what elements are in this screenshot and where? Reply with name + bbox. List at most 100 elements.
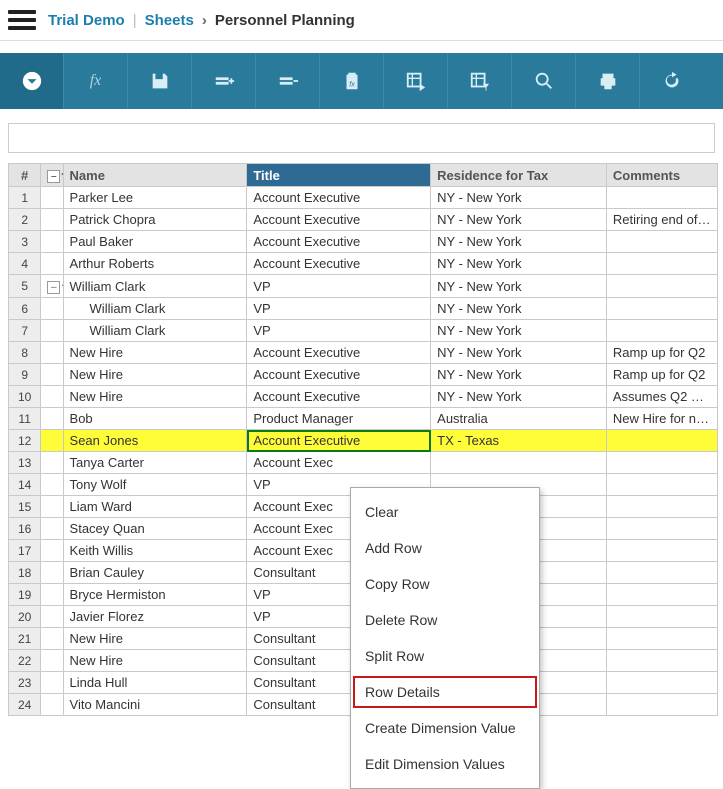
tree-cell[interactable] (41, 628, 63, 650)
row-number[interactable]: 22 (9, 650, 41, 672)
cell-title[interactable]: Account Executive (247, 253, 431, 275)
menu-icon[interactable] (8, 10, 36, 30)
tree-cell[interactable] (41, 253, 63, 275)
cell-residence[interactable]: NY - New York (431, 386, 607, 408)
cell-comments[interactable] (606, 430, 717, 452)
fx-button[interactable]: fx (64, 53, 128, 109)
cell-name[interactable]: William Clark (63, 320, 247, 342)
cell-title[interactable]: VP (247, 320, 431, 342)
table-row[interactable]: 7 William ClarkVPNY - New York (9, 320, 718, 342)
cell-comments[interactable] (606, 496, 717, 518)
cell-name[interactable]: New Hire (63, 364, 247, 386)
collapse-all-icon[interactable]: – (47, 170, 60, 183)
cell-name[interactable]: Patrick Chopra (63, 209, 247, 231)
cell-comments[interactable] (606, 562, 717, 584)
row-number[interactable]: 6 (9, 298, 41, 320)
cell-residence[interactable]: NY - New York (431, 298, 607, 320)
cell-comments[interactable] (606, 253, 717, 275)
cell-comments[interactable] (606, 650, 717, 672)
table-row[interactable]: 4Arthur RobertsAccount ExecutiveNY - New… (9, 253, 718, 275)
cell-comments[interactable] (606, 320, 717, 342)
cell-comments[interactable] (606, 187, 717, 209)
cell-comments[interactable] (606, 231, 717, 253)
context-menu-item[interactable]: Edit Dimension Values (351, 746, 539, 782)
row-number[interactable]: 24 (9, 694, 41, 716)
cell-name[interactable]: Sean Jones (63, 430, 247, 452)
row-collapse-icon[interactable]: – (47, 281, 60, 294)
table-row[interactable]: 11 BobProduct ManagerAustraliaNew Hire fo… (9, 408, 718, 430)
cell-residence[interactable]: NY - New York (431, 342, 607, 364)
tree-cell[interactable] (41, 298, 63, 320)
row-number[interactable]: 17 (9, 540, 41, 562)
tree-cell[interactable] (41, 694, 63, 716)
cell-comments[interactable] (606, 694, 717, 716)
cell-name[interactable]: Javier Florez (63, 606, 247, 628)
remove-row-button[interactable] (256, 53, 320, 109)
formula-bar[interactable] (8, 123, 715, 153)
header-num[interactable]: # (9, 164, 41, 187)
context-menu-item[interactable]: Split Row (351, 638, 539, 674)
tree-cell[interactable] (41, 408, 63, 430)
cell-name[interactable]: Linda Hull (63, 672, 247, 694)
row-number[interactable]: 19 (9, 584, 41, 606)
tree-cell[interactable] (41, 584, 63, 606)
cell-comments[interactable]: New Hire for new (606, 408, 717, 430)
cell-title[interactable]: Account Exec (247, 452, 431, 474)
cell-title[interactable]: Account Executive (247, 386, 431, 408)
cell-residence[interactable]: NY - New York (431, 231, 607, 253)
cell-title[interactable]: Account Executive (247, 342, 431, 364)
cell-residence[interactable]: NY - New York (431, 275, 607, 298)
header-title[interactable]: Title (247, 164, 431, 187)
row-number[interactable]: 11 (9, 408, 41, 430)
cell-name[interactable]: Parker Lee (63, 187, 247, 209)
cell-title[interactable]: Account Executive (247, 187, 431, 209)
expand-button[interactable] (0, 53, 64, 109)
tree-cell[interactable] (41, 386, 63, 408)
cell-residence[interactable]: NY - New York (431, 364, 607, 386)
context-menu-item[interactable]: Delete Row (351, 602, 539, 638)
row-number[interactable]: 18 (9, 562, 41, 584)
row-number[interactable]: 4 (9, 253, 41, 275)
breadcrumb-section[interactable]: Sheets (145, 12, 194, 29)
cell-name[interactable]: Keith Willis (63, 540, 247, 562)
cell-title[interactable]: VP (247, 298, 431, 320)
cell-title[interactable]: VP (247, 275, 431, 298)
cell-name[interactable]: New Hire (63, 628, 247, 650)
tree-cell[interactable] (41, 320, 63, 342)
row-number[interactable]: 7 (9, 320, 41, 342)
cell-title[interactable]: Account Executive (247, 231, 431, 253)
tree-cell[interactable] (41, 209, 63, 231)
paste-fx-button[interactable]: fx (320, 53, 384, 109)
cell-comments[interactable]: Ramp up for Q2 (606, 364, 717, 386)
table-row[interactable]: 9New HireAccount ExecutiveNY - New YorkR… (9, 364, 718, 386)
cell-residence[interactable]: NY - New York (431, 320, 607, 342)
row-number[interactable]: 15 (9, 496, 41, 518)
row-number[interactable]: 10 (9, 386, 41, 408)
table-row[interactable]: 5–William ClarkVPNY - New York (9, 275, 718, 298)
tree-cell[interactable] (41, 562, 63, 584)
row-number[interactable]: 5 (9, 275, 41, 298)
header-residence[interactable]: Residence for Tax (431, 164, 607, 187)
cell-name[interactable]: Bob (63, 408, 247, 430)
tree-cell[interactable] (41, 342, 63, 364)
cell-residence[interactable]: Australia (431, 408, 607, 430)
cell-name[interactable]: Liam Ward (63, 496, 247, 518)
cell-name[interactable]: Arthur Roberts (63, 253, 247, 275)
cell-comments[interactable] (606, 275, 717, 298)
cell-title[interactable]: Product Manager (247, 408, 431, 430)
cell-name[interactable]: Brian Cauley (63, 562, 247, 584)
context-menu-item[interactable]: Row Details (351, 674, 539, 710)
cell-name[interactable]: New Hire (63, 650, 247, 672)
row-number[interactable]: 14 (9, 474, 41, 496)
table-row[interactable]: 13Tanya CarterAccount Exec (9, 452, 718, 474)
tree-cell[interactable] (41, 496, 63, 518)
cell-comments[interactable]: Retiring end of Q (606, 209, 717, 231)
header-name[interactable]: Name (63, 164, 247, 187)
context-menu-item[interactable]: Create Dimension Value (351, 710, 539, 746)
cell-comments[interactable] (606, 518, 717, 540)
row-number[interactable]: 12 (9, 430, 41, 452)
table-row[interactable]: 8New HireAccount ExecutiveNY - New YorkR… (9, 342, 718, 364)
cell-name[interactable]: Vito Mancini (63, 694, 247, 716)
tree-cell[interactable] (41, 452, 63, 474)
row-number[interactable]: 2 (9, 209, 41, 231)
